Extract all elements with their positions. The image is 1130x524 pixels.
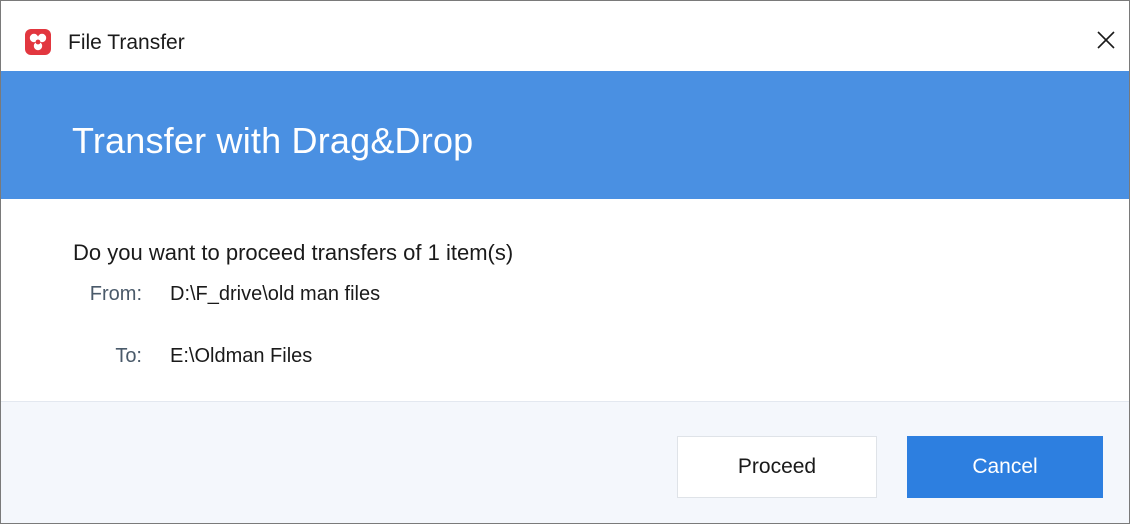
close-button[interactable] — [1083, 15, 1129, 65]
file-transfer-dialog: File Transfer Transfer with Drag&Drop Do… — [0, 0, 1130, 524]
banner-title: Transfer with Drag&Drop — [72, 120, 474, 161]
to-label: To: — [115, 345, 142, 367]
from-path: D:\F_drive\old man files — [170, 283, 381, 305]
window-title: File Transfer — [68, 31, 185, 54]
cancel-button[interactable]: Cancel — [907, 436, 1103, 498]
message-area: Do you want to proceed transfers of 1 it… — [1, 199, 1129, 401]
to-path: E:\Oldman Files — [170, 345, 313, 367]
close-icon — [1097, 31, 1115, 49]
from-label: From: — [89, 283, 142, 305]
header-banner: Transfer with Drag&Drop — [1, 71, 1129, 199]
app-logo-icon — [25, 29, 51, 55]
title-bar[interactable]: File Transfer — [1, 1, 1129, 71]
proceed-button[interactable]: Proceed — [677, 436, 877, 498]
button-bar: Proceed Cancel — [1, 401, 1129, 523]
transfer-question: Do you want to proceed transfers of 1 it… — [73, 240, 514, 265]
